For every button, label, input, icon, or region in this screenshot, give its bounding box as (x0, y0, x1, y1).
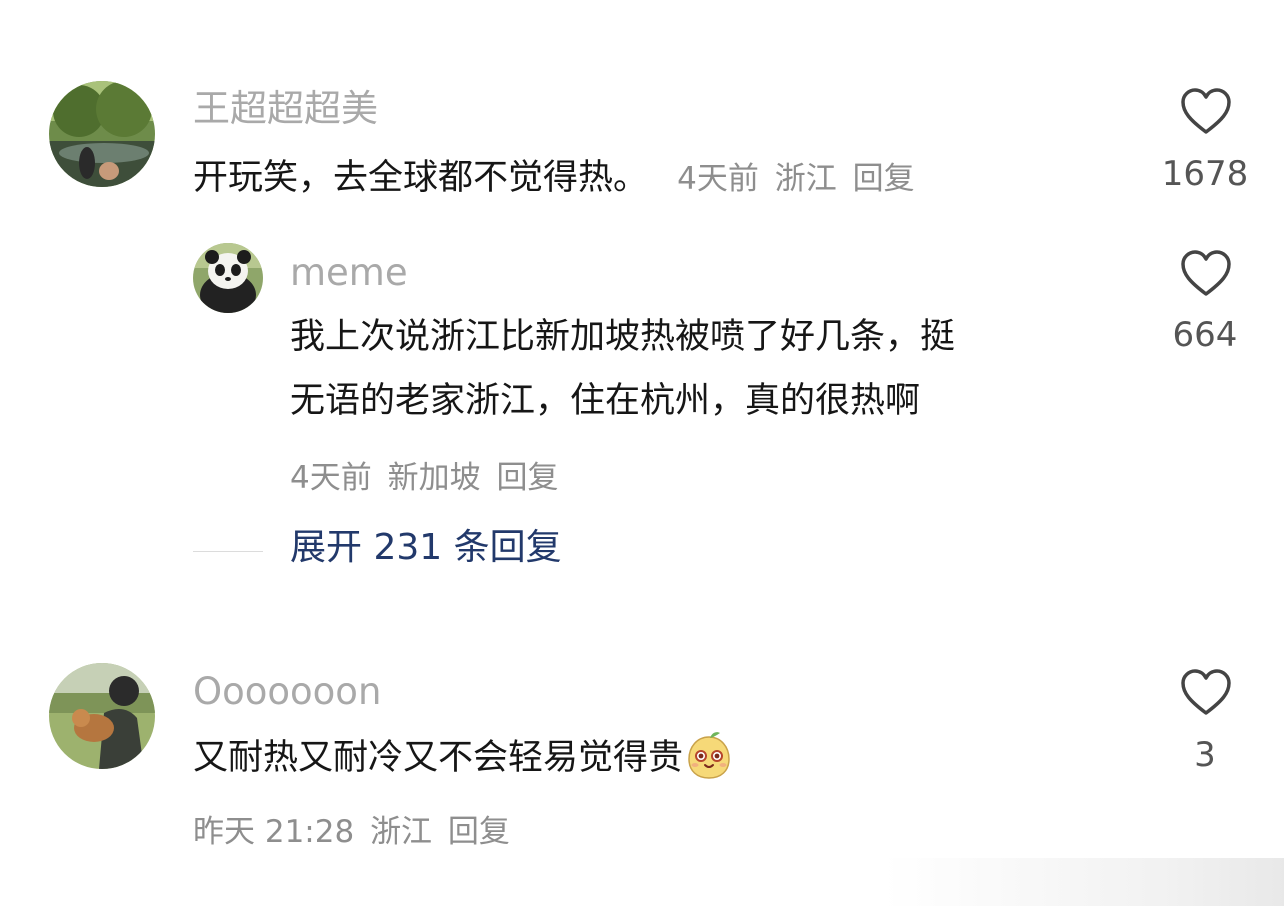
comment-body-line: 我上次说浙江比新加坡热被喷了好几条，挺 (290, 317, 956, 357)
comment-location: 浙江 (774, 161, 837, 197)
comment-body: 开玩笑，去全球都不觉得热。 (193, 158, 649, 198)
comment-meta: 4天前 新加坡 回复 (290, 452, 564, 497)
comment-body-line: 无语的老家浙江，住在杭州，真的很热啊 (290, 381, 921, 421)
reply-button[interactable]: 回复 (496, 460, 558, 496)
person-with-dog-avatar-image (49, 663, 155, 769)
expand-divider (193, 551, 263, 552)
comment-time: 4天前 (290, 460, 372, 496)
panda-avatar-image (193, 243, 263, 313)
comment-body: 又耐热又耐冷又不会轻易觉得贵 (193, 738, 684, 778)
username[interactable]: Ooooooon (193, 673, 381, 710)
like-count: 664 (1172, 315, 1238, 355)
comment-time: 昨天 21:28 (193, 814, 355, 850)
like-count: 3 (1194, 735, 1216, 775)
username[interactable]: meme (290, 254, 408, 291)
smiling-pear-emoji-icon (688, 732, 730, 779)
username[interactable]: 王超超超美 (193, 90, 378, 127)
comment-meta: 4天前 浙江 回复 (677, 161, 920, 197)
expand-replies-button[interactable]: 展开 231 条回复 (290, 530, 562, 566)
comment-meta: 昨天 21:28 浙江 回复 (193, 806, 516, 851)
heart-icon[interactable] (1180, 88, 1232, 136)
landscape-avatar-image (49, 81, 155, 187)
like-count: 1678 (1161, 154, 1249, 194)
comment-location: 浙江 (370, 814, 433, 850)
reply-button[interactable]: 回复 (448, 814, 510, 850)
heart-icon[interactable] (1180, 250, 1232, 298)
bottom-fade-overlay (884, 858, 1284, 906)
comment-time: 4天前 (677, 161, 759, 197)
comment-location: 新加坡 (387, 460, 481, 496)
comment-text: 我上次说浙江比新加坡热被喷了好几条，挺 无语的老家浙江，住在杭州，真的很热啊 (290, 305, 955, 433)
heart-icon[interactable] (1180, 669, 1232, 717)
avatar[interactable] (193, 243, 263, 313)
avatar[interactable] (49, 81, 155, 187)
comment-text: 开玩笑，去全球都不觉得热。 4天前 浙江 回复 (193, 146, 921, 211)
avatar[interactable] (49, 663, 155, 769)
comment-text: 又耐热又耐冷又不会轻易觉得贵 (193, 726, 735, 790)
reply-button[interactable]: 回复 (853, 161, 915, 197)
